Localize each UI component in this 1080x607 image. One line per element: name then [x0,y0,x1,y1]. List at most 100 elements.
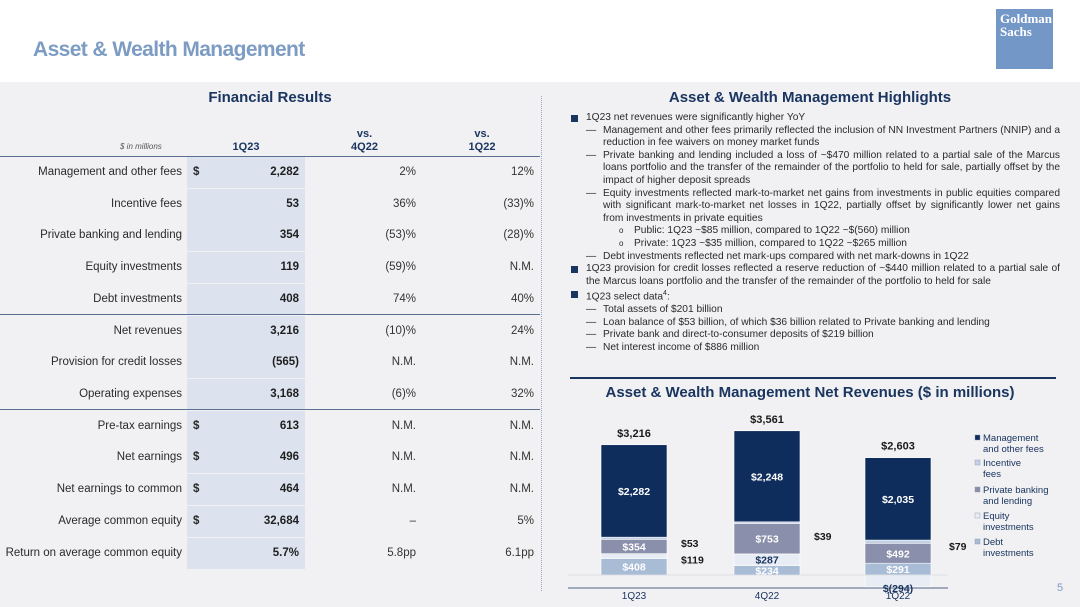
cell-vs-1q22: 6.1pp [505,547,534,559]
legend-label: Debt [983,537,1003,548]
currency-symbol: $ [193,515,200,527]
legend-label: investments [983,522,1034,533]
legend-swatch [974,459,981,466]
cell-vs-1q22: (33)% [503,198,534,210]
total-label: $2,603 [881,441,915,453]
highlight-sub-bullet: — Net interest income of $886 million [570,342,1060,355]
cell-1q23-value: 2,282 [270,166,299,178]
highlight-text: Private: 1Q23 ~$35 million, compared to … [634,237,907,249]
highlight-bullet: 1Q23 select data4: [570,288,1060,304]
highlight-text: Total assets of $201 billion [603,304,723,316]
data-label-incentive: $79 [949,541,967,553]
highlight-text: Equity investments reflected mark-to-mar… [603,187,1060,224]
table-row: Management and other fees 2,282 $2% 12% [0,157,540,189]
cell-vs-4q22: N.M. [391,451,416,463]
dash-marker: — [586,304,597,316]
table-row: Net revenues 3,216 (10)% 24% [0,316,540,348]
table-row: Return on average common equity 5.7% 5.8pp… [0,538,540,570]
highlights-underline [570,377,1056,379]
cell-vs-1q22: 5% [517,515,534,527]
cell-vs-1q22: 12% [510,166,534,178]
data-label-incentive: $53 [681,538,699,550]
dash-marker: — [586,250,597,262]
cell-1q23: 613 [187,411,305,442]
units-label: $ in millions [120,142,162,151]
row-label: Debt investments [93,293,182,305]
highlight-sub-bullet: — Equity investments reflected mark-to-ma… [570,188,1060,226]
bar-segment-incentive-fees [600,536,668,540]
highlight-sub-bullet: — Management and other fees primarily ref… [570,125,1060,150]
cell-1q23-value: (565) [272,356,299,368]
bar-segment-equity-investments [600,553,668,559]
cell-vs-1q22: 24% [510,325,534,337]
currency-symbol: $ [193,483,200,495]
currency-symbol: $ [193,451,200,463]
cell-1q23-value: 496 [279,451,299,463]
cell-vs-4q22: N.M. [391,483,416,495]
table-row: Net earnings 496 $ N.M. N.M. [0,442,540,474]
row-label: Operating expenses [79,388,182,400]
row-label: Average common equity [58,515,182,527]
cell-1q23: 408 [187,284,305,315]
data-label: $291 [886,564,910,576]
row-label: Pre-tax earnings [97,420,182,432]
legend-swatch [974,512,981,519]
legend-swatch [974,434,981,441]
cell-vs-4q22: N.M. [391,420,416,432]
row-label: Net earnings [116,451,182,463]
cell-vs-1q22: N.M. [509,261,534,273]
highlight-sub-sub-bullet: o Private: 1Q23 ~$35 million, compared to… [570,238,1060,251]
cell-1q23: (565) [187,347,305,378]
table-row: Debt investments 408 74% 40% [0,284,540,316]
cell-1q23: 2,282 [187,157,305,188]
cell-1q23: 32,684 [187,506,305,537]
legend-label: Private banking [983,485,1048,496]
highlights-title: Asset & Wealth Management Highlights [668,89,952,106]
dash-marker: — [586,329,597,341]
cell-vs-4q22: 36% [392,198,416,210]
col-header-4q22: 4Q22 [351,141,378,153]
cell-1q23: 354 [187,220,305,251]
dash-marker: — [586,124,597,136]
cell-vs-4q22: 74% [392,293,416,305]
data-label: $753 [755,534,779,546]
data-label: $354 [622,541,646,553]
cell-vs-4q22: (6)% [391,388,416,400]
dash-marker: — [586,342,597,354]
row-label: Return on average common equity [5,547,182,559]
cell-1q23-value: 354 [279,229,299,241]
dash-marker: — [586,187,597,199]
highlight-text: Net interest income of $886 million [603,342,760,354]
row-label: Management and other fees [38,166,182,178]
highlight-text: Public: 1Q23 ~$85 million, compared to 1… [634,225,910,237]
cell-1q23: 53 [187,189,305,220]
header: Asset & Wealth Management Goldman Sachs [0,0,1080,82]
highlight-bullet: 1Q23 net revenues were significantly hig… [570,112,1060,125]
cell-1q23: 3,168 [187,379,305,410]
legend-label: Management [983,433,1039,444]
legend-label: Incentive [983,458,1021,469]
row-label: Net earnings to common [56,483,182,495]
cell-vs-1q22: (28)% [503,229,534,241]
cell-1q23: 5.7% [187,538,305,569]
table-row: Private banking and lending 354 (53)% (28)% [0,220,540,252]
cell-vs-4q22: (10)% [385,325,416,337]
legend-label: investments [983,548,1034,559]
cell-1q23-value: 3,216 [270,325,299,337]
page-title: Asset & Wealth Management [33,38,305,61]
data-label: $2,035 [882,494,914,506]
cell-1q23: 496 [187,442,305,473]
cell-vs-1q22: N.M. [509,356,534,368]
cell-vs-1q22: 40% [510,293,534,305]
col-header-vs-1q22: vs. 1Q22 [424,118,540,154]
row-label: Net revenues [113,325,182,337]
highlight-sub-sub-bullet: o Public: 1Q23 ~$85 million, compared to … [570,225,1060,238]
x-tick-label: 4Q22 [755,591,780,602]
data-label: $408 [622,562,646,574]
table-row: Operating expenses 3,168 (6)% 32% [0,379,540,411]
cell-1q23: 464 [187,474,305,505]
col-header-vs: vs. [356,128,373,140]
highlight-bullet: 1Q23 provision for credit losses reflect… [570,263,1060,288]
cell-vs-4q22: (59)% [385,261,416,273]
colon: : [666,291,670,303]
